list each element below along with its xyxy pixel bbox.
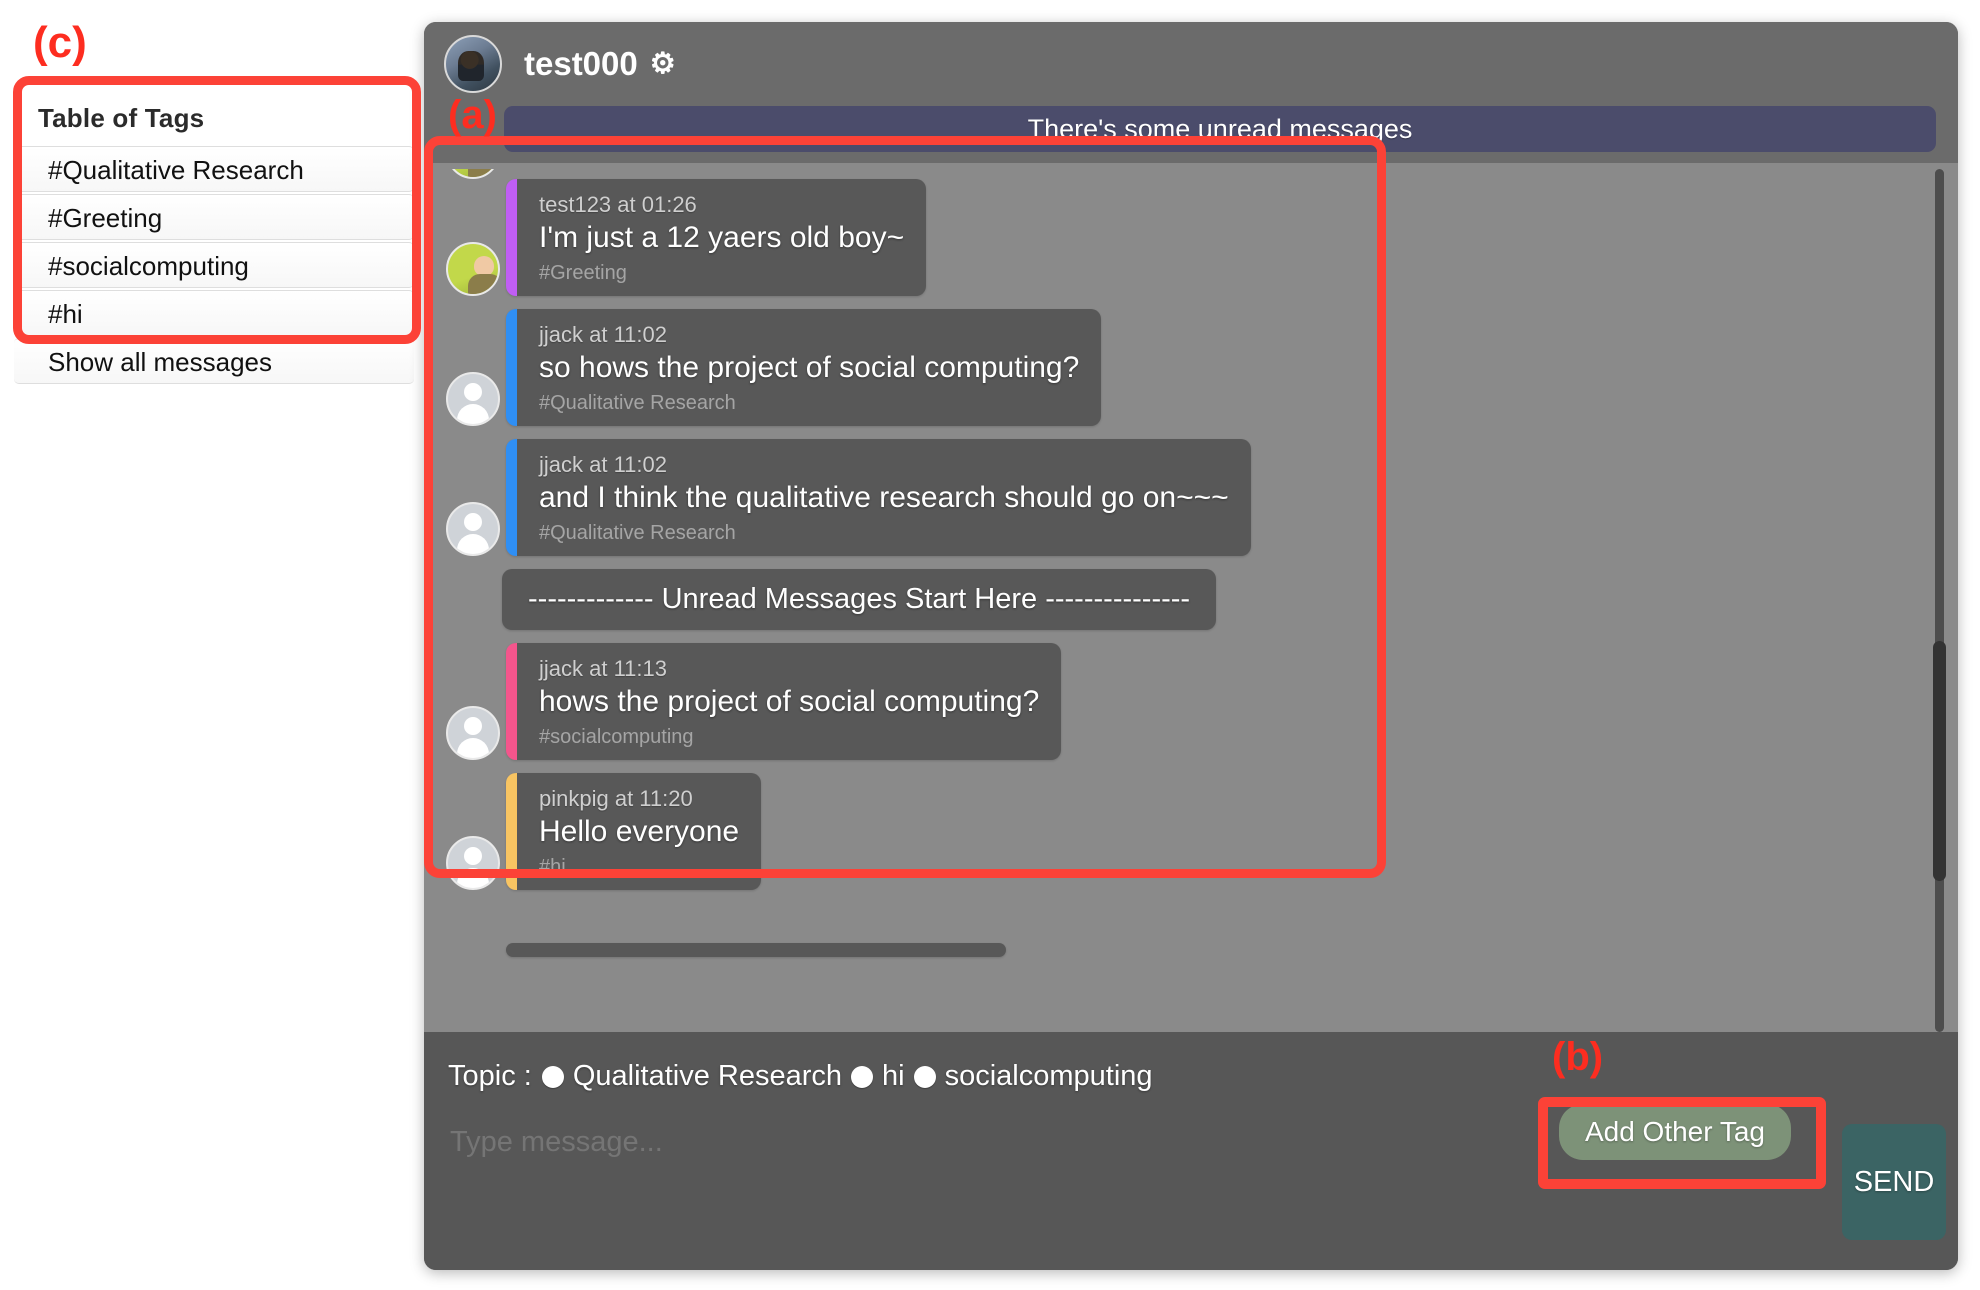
- scrollbar-track[interactable]: [1935, 169, 1944, 1032]
- unread-divider-row: ------------- Unread Messages Start Here…: [424, 569, 1958, 643]
- message-meta: jjack at 11:13: [539, 656, 668, 681]
- unread-banner-wrap: There's some unread messages: [424, 106, 1958, 163]
- topic-option-label: hi: [882, 1060, 905, 1092]
- table-of-tags-panel: Table of Tags #Qualitative Research #Gre…: [14, 85, 424, 408]
- page-title: test000 ⚙: [524, 45, 676, 83]
- message-input[interactable]: [448, 1125, 1352, 1160]
- message-bubble[interactable]: pinkpig at 11:20 Hello everyone #hi: [506, 773, 762, 890]
- topic-radio-hi[interactable]: hi: [851, 1060, 905, 1093]
- message-bubble[interactable]: jjack at 11:02 so hows the project of so…: [506, 309, 1102, 426]
- message-row[interactable]: jjack at 11:02 and I think the qualitati…: [424, 439, 1958, 569]
- annotation-label-b: (b): [1552, 1035, 1604, 1079]
- avatar-partial: [446, 169, 500, 179]
- table-of-tags-title: Table of Tags: [38, 103, 205, 133]
- message-bubble[interactable]: test123 at 01:26 I'm just a 12 yaers old…: [506, 179, 927, 296]
- tag-item-show-all-messages[interactable]: Show all messages: [14, 338, 414, 384]
- topic-label: Topic :: [448, 1060, 532, 1092]
- tag-item-socialcomputing[interactable]: #socialcomputing: [14, 242, 414, 288]
- user-avatar: [444, 35, 502, 93]
- gear-icon[interactable]: ⚙: [650, 49, 676, 79]
- radio-icon[interactable]: [913, 1065, 936, 1088]
- message-row[interactable]: test123 at 01:26 I'm just a 12 yaers old…: [424, 179, 1958, 309]
- unread-divider: ------------- Unread Messages Start Here…: [502, 569, 1217, 630]
- send-button[interactable]: SEND: [1842, 1124, 1946, 1240]
- message-tag: #Qualitative Research: [539, 392, 736, 414]
- message-row[interactable]: jjack at 11:02 so hows the project of so…: [424, 309, 1958, 439]
- add-other-tag-button[interactable]: Add Other Tag: [1558, 1104, 1791, 1160]
- message-text: so hows the project of social computing?: [539, 351, 1080, 384]
- message-meta: jjack at 11:02: [539, 452, 668, 477]
- annotation-label-a: (a): [448, 93, 497, 137]
- message-meta: pinkpig at 11:20: [539, 786, 693, 811]
- avatar: [446, 242, 500, 296]
- chat-window: test000 ⚙ There's some unread messages t…: [424, 22, 1958, 1270]
- message-text: Hello everyone: [539, 815, 740, 848]
- message-tag: #Qualitative Research: [539, 522, 736, 544]
- username-label: test000: [524, 45, 638, 82]
- scrollbar-thumb[interactable]: [1933, 641, 1946, 881]
- composer: Topic : Qualitative Research hi socialco…: [424, 1032, 1958, 1270]
- avatar: [446, 372, 500, 426]
- message-tag: #hi: [539, 856, 566, 878]
- avatar: [446, 502, 500, 556]
- radio-icon[interactable]: [541, 1065, 564, 1088]
- message-row-partial-bottom: [424, 903, 1958, 957]
- message-text: and I think the qualitative research sho…: [539, 481, 1229, 514]
- topic-radio-socialcomputing[interactable]: socialcomputing: [913, 1060, 1153, 1093]
- message-meta: test123 at 01:26: [539, 192, 697, 217]
- message-row[interactable]: pinkpig at 11:20 Hello everyone #hi: [424, 773, 1958, 903]
- message-bubble[interactable]: jjack at 11:13 hows the project of socia…: [506, 643, 1062, 760]
- chat-header: test000 ⚙: [424, 22, 1958, 106]
- message-tag: #Greeting: [539, 262, 627, 284]
- annotation-label-c: (c): [33, 18, 87, 67]
- topic-option-label: Qualitative Research: [572, 1060, 843, 1092]
- message-text: I'm just a 12 yaers old boy~: [539, 221, 905, 254]
- topic-selector: Topic : Qualitative Research hi socialco…: [424, 1032, 1958, 1093]
- tag-item-qualitative-research[interactable]: #Qualitative Research: [14, 146, 414, 192]
- topic-option-label: socialcomputing: [944, 1060, 1153, 1092]
- topic-radio-qualitative-research[interactable]: Qualitative Research: [541, 1060, 843, 1093]
- message-row[interactable]: jjack at 11:13 hows the project of socia…: [424, 643, 1958, 773]
- message-list[interactable]: test123 at 01:26 I'm just a 12 yaers old…: [424, 163, 1958, 1032]
- message-bubble[interactable]: jjack at 11:02 and I think the qualitati…: [506, 439, 1251, 556]
- tag-item-greeting[interactable]: #Greeting: [14, 194, 414, 240]
- avatar: [446, 836, 500, 890]
- unread-banner[interactable]: There's some unread messages: [504, 106, 1936, 152]
- message-row-partial: [424, 169, 1958, 179]
- message-meta: jjack at 11:02: [539, 322, 668, 347]
- avatar: [446, 706, 500, 760]
- message-tag: #socialcomputing: [539, 726, 694, 748]
- tag-item-hi[interactable]: #hi: [14, 290, 414, 336]
- radio-icon[interactable]: [851, 1065, 874, 1088]
- message-text: hows the project of social computing?: [539, 685, 1040, 718]
- message-bubble-partial: [506, 943, 1006, 957]
